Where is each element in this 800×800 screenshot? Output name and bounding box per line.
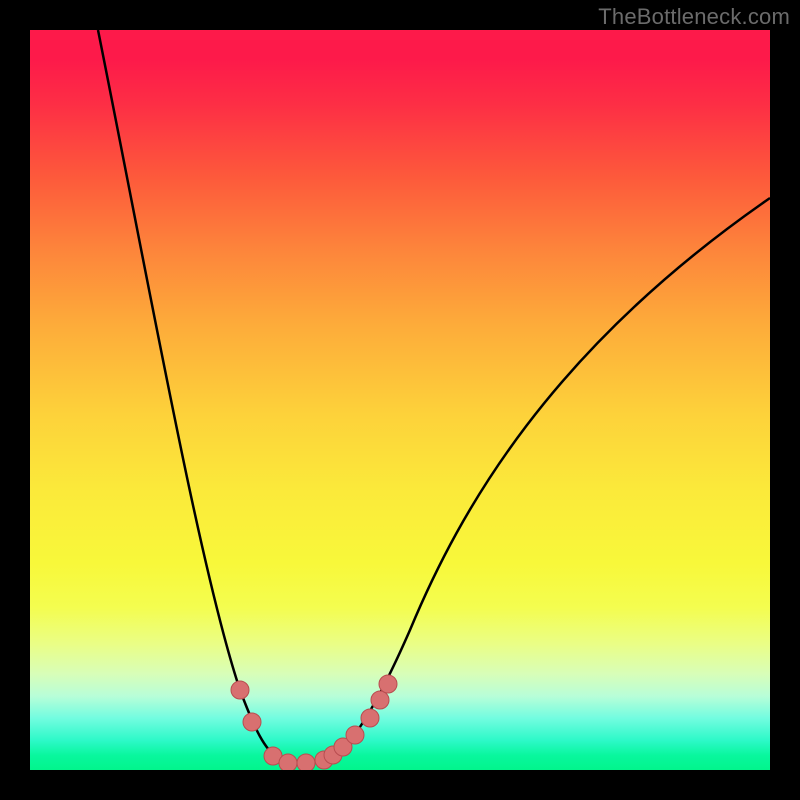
curve-markers (231, 675, 397, 770)
bottleneck-curve (98, 30, 770, 763)
marker-dot (279, 754, 297, 770)
marker-dot (297, 754, 315, 770)
watermark-text: TheBottleneck.com (598, 4, 790, 30)
curve-layer (30, 30, 770, 770)
marker-dot (361, 709, 379, 727)
chart-frame: TheBottleneck.com (0, 0, 800, 800)
marker-dot (243, 713, 261, 731)
plot-area (30, 30, 770, 770)
marker-dot (371, 691, 389, 709)
marker-dot (379, 675, 397, 693)
marker-dot (346, 726, 364, 744)
marker-dot (231, 681, 249, 699)
